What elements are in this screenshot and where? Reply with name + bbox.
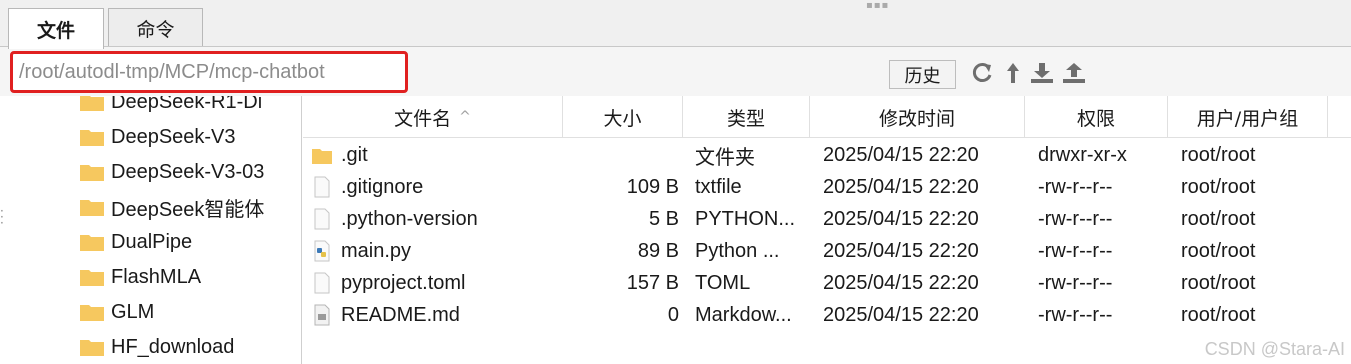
file-permissions: drwxr-xr-x: [1038, 143, 1127, 166]
file-size: [565, 139, 679, 171]
folder-icon: [80, 200, 104, 216]
file-row[interactable]: .python-version 5 B PYTHON... 2025/04/15…: [303, 203, 1351, 235]
file-name: main.py: [341, 239, 412, 262]
column-header-type[interactable]: 类型: [683, 96, 810, 138]
markdown-file-icon: [314, 304, 330, 326]
refresh-icon[interactable]: [969, 59, 995, 87]
file-row[interactable]: README.md 0 Markdow... 2025/04/15 22:20 …: [303, 299, 1351, 331]
column-header-modified[interactable]: 修改时间: [810, 96, 1025, 138]
file-icon: [314, 272, 330, 294]
tree-item[interactable]: DualPipe: [80, 227, 192, 257]
file-owner: root/root: [1181, 207, 1256, 230]
sort-ascending-icon: ^: [459, 109, 471, 125]
file-owner: root/root: [1181, 239, 1256, 262]
column-header-label: 文件名: [394, 107, 452, 130]
directory-tree[interactable]: · · · DeepSeek-R1-Di DeepSeek-V3 DeepSeek-…: [0, 96, 302, 364]
download-icon[interactable]: [1029, 59, 1055, 87]
file-row[interactable]: .gitignore 109 B txtfile 2025/04/15 22:2…: [303, 171, 1351, 203]
file-name: .gitignore: [341, 175, 424, 198]
file-owner: root/root: [1181, 143, 1256, 166]
file-icon: [314, 176, 330, 198]
tree-item-label: DeepSeek-V3-03: [111, 160, 265, 183]
folder-icon: [80, 305, 104, 321]
file-owner: root/root: [1181, 303, 1256, 326]
tree-item[interactable]: DeepSeek-V3: [80, 122, 236, 152]
file-name: .python-version: [341, 207, 478, 230]
watermark: CSDN @Stara-AI: [1204, 339, 1345, 359]
folder-icon: [80, 130, 104, 146]
file-modified: 2025/04/15 22:20: [823, 271, 979, 294]
file-type: PYTHON...: [695, 207, 796, 230]
file-modified: 2025/04/15 22:20: [823, 239, 979, 262]
column-header-name[interactable]: 文件名 ^: [303, 96, 563, 138]
tab-commands[interactable]: 命令: [108, 8, 203, 48]
file-name: pyproject.toml: [341, 271, 466, 294]
history-button[interactable]: 历史: [889, 60, 956, 89]
file-modified: 2025/04/15 22:20: [823, 175, 979, 198]
upload-icon[interactable]: [1061, 59, 1087, 87]
column-header-owner[interactable]: 用户/用户组: [1168, 96, 1328, 138]
file-permissions: -rw-r--r--: [1038, 271, 1113, 294]
tree-item-label: GLM: [111, 300, 155, 323]
file-type: TOML: [695, 271, 751, 294]
folder-icon: [80, 235, 104, 251]
file-type: Markdow...: [695, 303, 792, 326]
file-permissions: -rw-r--r--: [1038, 239, 1113, 262]
path-input[interactable]: [10, 51, 408, 93]
folder-icon: [80, 340, 104, 356]
file-name: .git: [341, 143, 368, 166]
resize-grip-icon[interactable]: ▪▪▪: [866, 0, 889, 11]
file-modified: 2025/04/15 22:20: [823, 207, 979, 230]
file-row[interactable]: main.py 89 B Python ... 2025/04/15 22:20…: [303, 235, 1351, 267]
file-icon: [314, 208, 330, 230]
tree-item-label: FlashMLA: [111, 265, 202, 288]
file-size: 157 B: [626, 271, 679, 294]
python-file-icon: [314, 240, 330, 262]
path-toolbar: 历史: [0, 46, 1351, 96]
file-row[interactable]: pyproject.toml 157 B TOML 2025/04/15 22:…: [303, 267, 1351, 299]
file-size: 109 B: [626, 175, 679, 198]
splitter-handle-icon[interactable]: · · ·: [0, 205, 8, 229]
file-type: 文件夹: [695, 146, 755, 169]
tree-item[interactable]: DeepSeek-V3-03: [80, 157, 264, 187]
tree-item-label: HF_download: [111, 335, 235, 358]
file-modified: 2025/04/15 22:20: [823, 303, 979, 326]
tree-item[interactable]: DeepSeek-R1-Di: [80, 96, 262, 117]
file-size: 0: [667, 303, 679, 326]
folder-icon: [312, 149, 332, 164]
file-row[interactable]: .git 文件夹 2025/04/15 22:20 drwxr-xr-x roo…: [303, 139, 1351, 171]
file-size: 5 B: [648, 207, 679, 230]
file-type: Python ...: [695, 239, 780, 262]
tree-item-label: DeepSeek-V3: [111, 125, 236, 148]
tree-item-label: DualPipe: [111, 230, 193, 253]
tree-item[interactable]: GLM: [80, 297, 154, 327]
file-type: txtfile: [695, 175, 742, 198]
folder-icon: [80, 270, 104, 286]
column-header-size[interactable]: 大小: [563, 96, 683, 138]
file-permissions: -rw-r--r--: [1038, 175, 1113, 198]
up-arrow-icon[interactable]: [1000, 59, 1026, 87]
tree-item[interactable]: DeepSeek智能体: [80, 192, 264, 222]
file-size: 89 B: [637, 239, 679, 262]
tab-strip: 文件 命令 ▪▪▪: [0, 0, 1351, 49]
file-permissions: -rw-r--r--: [1038, 207, 1113, 230]
tab-files[interactable]: 文件: [8, 8, 104, 49]
tree-item[interactable]: HF_download: [80, 332, 234, 362]
file-list[interactable]: 文件名 ^ 大小 类型 修改时间 权限 用户/用户组 .git 文件夹 2025…: [303, 96, 1351, 364]
file-list-header: 文件名 ^ 大小 类型 修改时间 权限 用户/用户组: [303, 96, 1351, 138]
file-name: README.md: [341, 303, 460, 326]
file-permissions: -rw-r--r--: [1038, 303, 1113, 326]
folder-icon: [80, 96, 104, 111]
file-owner: root/root: [1181, 271, 1256, 294]
folder-icon: [80, 165, 104, 181]
tree-item-label: DeepSeek智能体: [111, 198, 265, 221]
tree-item[interactable]: FlashMLA: [80, 262, 201, 292]
tree-item-label: DeepSeek-R1-Di: [111, 96, 263, 113]
column-header-permissions[interactable]: 权限: [1025, 96, 1168, 138]
file-owner: root/root: [1181, 175, 1256, 198]
file-modified: 2025/04/15 22:20: [823, 143, 979, 166]
